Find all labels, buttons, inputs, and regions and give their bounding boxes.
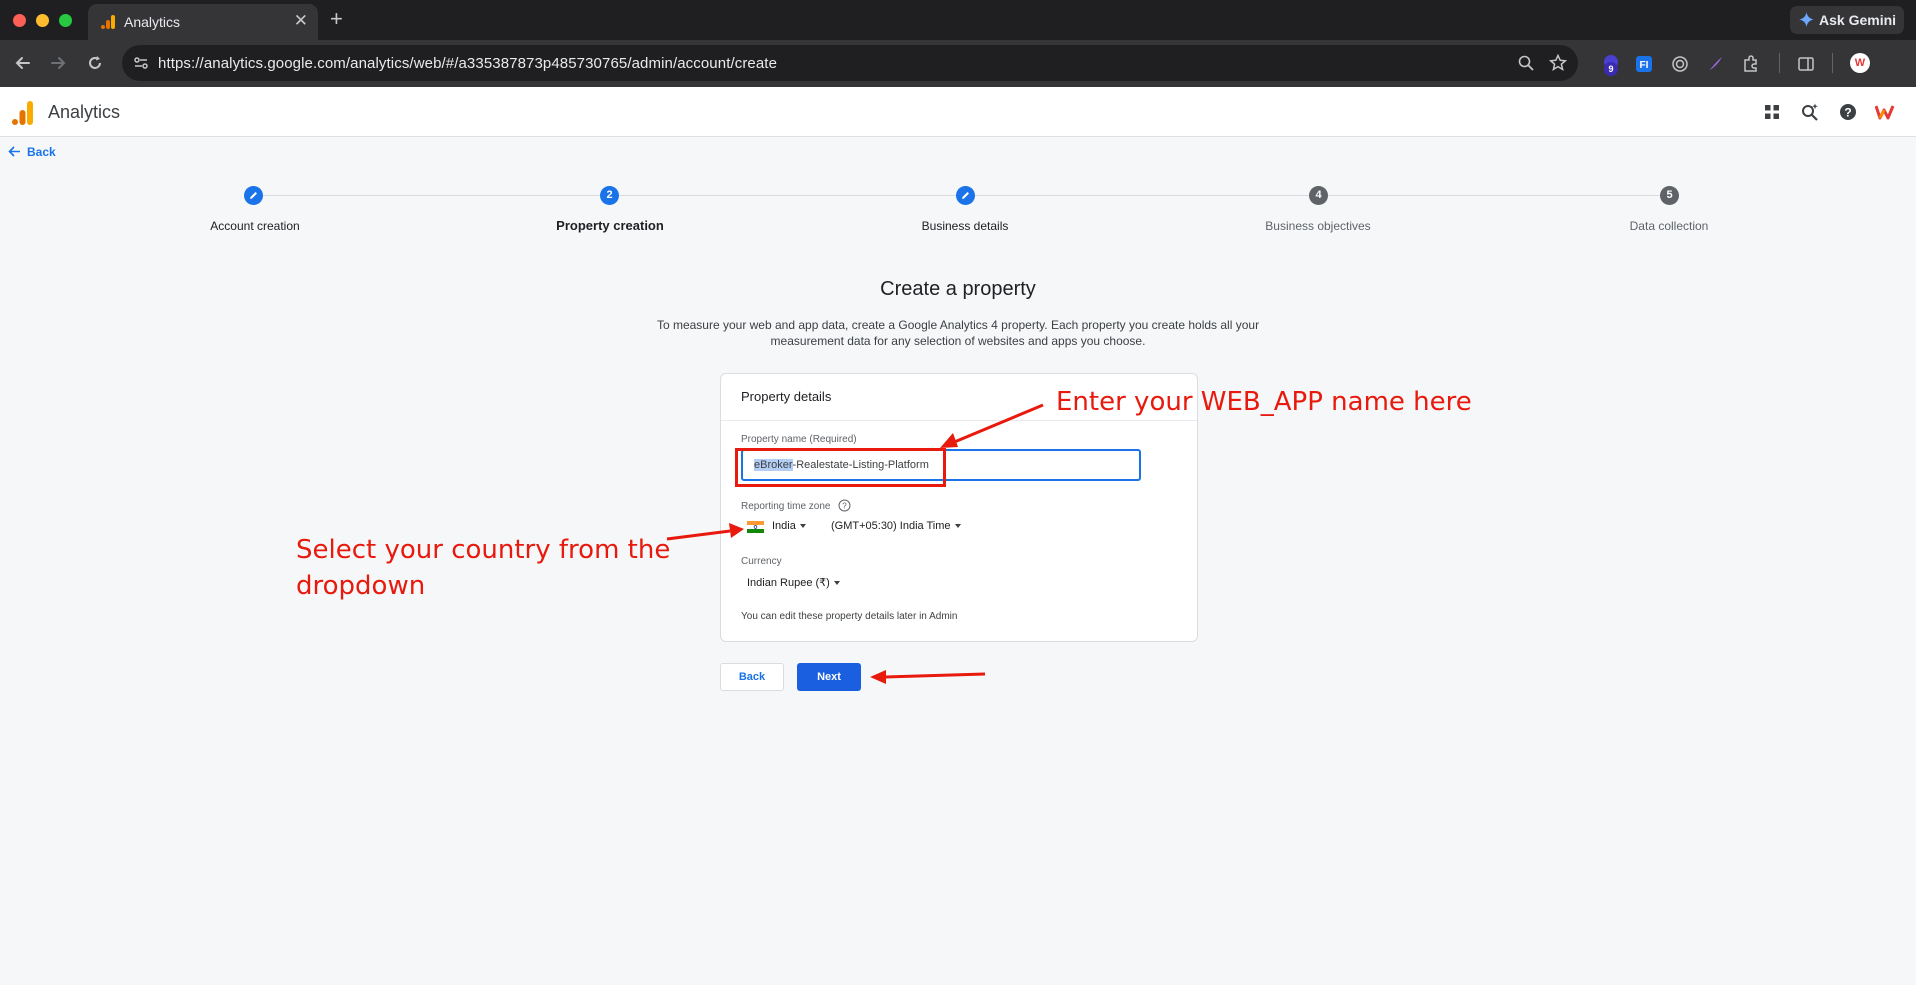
- back-arrow-icon[interactable]: [12, 52, 34, 74]
- extension-feather-icon[interactable]: [1705, 54, 1725, 74]
- extension-target-icon[interactable]: [1670, 54, 1690, 74]
- currency-label: Currency: [741, 556, 782, 567]
- help-icon[interactable]: ?: [1838, 102, 1858, 122]
- url-text[interactable]: https://analytics.google.com/analytics/w…: [158, 55, 777, 72]
- country-dropdown[interactable]: India: [772, 520, 806, 532]
- timezone-value: (GMT+05:30) India Time: [831, 520, 951, 532]
- timezone-label: Reporting time zone: [741, 501, 831, 512]
- app-header: Analytics ?: [0, 87, 1916, 137]
- step-2-label: Property creation: [556, 218, 664, 233]
- step-1-label: Account creation: [210, 219, 300, 233]
- address-bar[interactable]: https://analytics.google.com/analytics/w…: [122, 45, 1578, 81]
- timezone-dropdown[interactable]: (GMT+05:30) India Time: [831, 520, 961, 532]
- new-tab-button[interactable]: +: [330, 6, 343, 32]
- step-5-indicator: 5: [1660, 186, 1679, 205]
- apps-grid-icon[interactable]: [1762, 102, 1782, 122]
- chevron-down-icon: [833, 581, 840, 586]
- help-circle-icon[interactable]: ?: [838, 499, 851, 512]
- minimize-window-button[interactable]: [36, 14, 49, 27]
- toolbar-divider: [1832, 53, 1833, 73]
- browser-tab-analytics[interactable]: Analytics ✕: [88, 4, 318, 40]
- country-value: India: [772, 520, 796, 532]
- step-4-label: Business objectives: [1265, 219, 1371, 233]
- svg-text:?: ?: [1844, 106, 1851, 120]
- property-name-label: Property name (Required): [741, 434, 857, 445]
- step-3-indicator: [956, 186, 975, 205]
- edit-pencil-icon: [962, 192, 969, 199]
- edit-pencil-icon: [250, 192, 257, 199]
- india-flag-icon: [747, 521, 764, 533]
- side-panel-icon[interactable]: [1796, 54, 1816, 74]
- zoom-icon[interactable]: [1517, 54, 1535, 72]
- annotation-highlight-box: [735, 448, 946, 487]
- description-line-1: To measure your web and app data, create…: [656, 318, 1260, 332]
- next-button[interactable]: Next: [797, 663, 861, 691]
- chevron-down-icon: [954, 524, 961, 529]
- description-line-2: measurement data for any selection of we…: [770, 334, 1146, 348]
- tab-close-icon[interactable]: ✕: [294, 11, 308, 31]
- gemini-sparkle-icon: [1799, 12, 1814, 27]
- browser-tab-strip: Analytics ✕ + Ask Gemini: [0, 0, 1916, 40]
- currency-value: Indian Rupee (₹): [747, 577, 830, 589]
- tab-title: Analytics: [124, 14, 181, 30]
- account-logo-icon[interactable]: [1875, 102, 1895, 122]
- extension-fi-icon[interactable]: FI: [1634, 54, 1654, 74]
- bookmark-star-icon[interactable]: [1549, 54, 1567, 72]
- arrow-to-next-button: [870, 670, 986, 684]
- card-title: Property details: [741, 389, 832, 404]
- step-3-label: Business details: [921, 219, 1009, 233]
- chevron-down-icon: [799, 524, 806, 529]
- annotation-country-line-2: dropdown: [296, 571, 426, 601]
- reload-icon[interactable]: [84, 52, 106, 74]
- extension-badge: 9: [1604, 62, 1618, 76]
- annotation-name-hint: Enter your WEB_APP name here: [1056, 387, 1472, 417]
- currency-dropdown[interactable]: Indian Rupee (₹): [747, 576, 840, 589]
- card-divider: [721, 420, 1197, 421]
- step-2-indicator: 2: [600, 186, 619, 205]
- back-link-label: Back: [27, 145, 56, 159]
- annotation-country-line-1: Select your country from the: [296, 535, 671, 565]
- ask-gemini-label: Ask Gemini: [1819, 12, 1897, 28]
- svg-text:FI: FI: [1640, 60, 1649, 71]
- profile-avatar[interactable]: W: [1850, 53, 1870, 73]
- google-analytics-logo-icon[interactable]: [12, 101, 34, 125]
- page-description: To measure your web and app data, create…: [648, 317, 1268, 349]
- edit-note: You can edit these property details late…: [741, 611, 958, 622]
- svg-text:?: ?: [842, 502, 847, 511]
- step-5-label: Data collection: [1629, 219, 1709, 233]
- close-window-button[interactable]: [13, 14, 26, 27]
- page-title: Create a property: [880, 278, 1036, 300]
- analytics-favicon-icon: [101, 15, 115, 29]
- ask-gemini-button[interactable]: Ask Gemini: [1790, 6, 1904, 34]
- maximize-window-button[interactable]: [59, 14, 72, 27]
- extensions-puzzle-icon[interactable]: [1741, 54, 1761, 74]
- back-button[interactable]: Back: [720, 663, 784, 691]
- search-insights-icon[interactable]: [1800, 102, 1820, 122]
- app-title: Analytics: [48, 102, 121, 122]
- toolbar-divider: [1779, 53, 1780, 73]
- site-info-icon[interactable]: [132, 54, 150, 72]
- browser-toolbar: https://analytics.google.com/analytics/w…: [0, 40, 1916, 112]
- annotation-country-hint: Select your country from the dropdown: [296, 532, 670, 604]
- step-1-indicator: [244, 186, 263, 205]
- back-arrow-icon: [8, 146, 20, 157]
- forward-arrow-icon[interactable]: [47, 52, 69, 74]
- step-4-indicator: 4: [1309, 186, 1328, 205]
